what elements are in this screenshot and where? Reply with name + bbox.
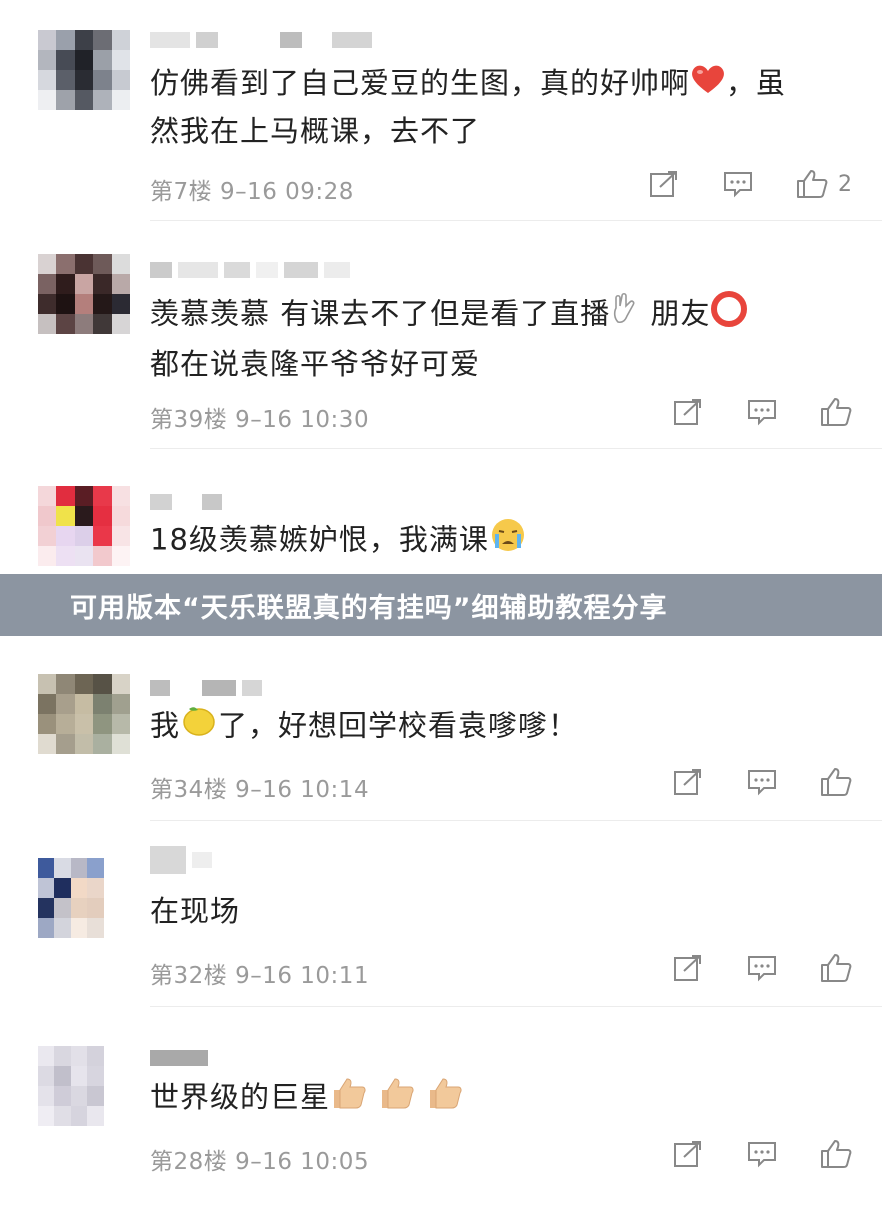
comment-item: 我了，好想回学校看袁嗲嗲！ 第34楼 9–16 10:14 xyxy=(0,636,882,822)
comment-item: 羡慕羡慕 有课去不了但是看了直播 朋友 都在说袁隆平爷爷好可爱 第39楼 9–16… xyxy=(0,222,882,450)
username[interactable] xyxy=(150,30,372,50)
avatar[interactable] xyxy=(38,674,130,754)
comment-item: 18级羡慕嫉妒恨，我满课 xyxy=(0,450,882,574)
username[interactable] xyxy=(150,678,262,698)
comment-item: 仿佛看到了自己爱豆的生图，真的好帅啊 ，虽 然我在上马概课，去不了 第7楼 9–16… xyxy=(0,0,882,222)
comment-icon[interactable] xyxy=(746,766,778,798)
title-banner: 可用版本“天乐联盟真的有挂吗”细辅助教程分享 xyxy=(0,574,882,636)
comment-meta: 第7楼 9–16 09:28 xyxy=(150,179,354,205)
thumbs-up-icon[interactable] xyxy=(796,168,828,200)
thumbs-up-icon[interactable] xyxy=(820,1138,852,1170)
comment-meta: 第34楼 9–16 10:14 xyxy=(150,777,370,803)
like-count: 2 xyxy=(838,171,852,197)
comment-icon[interactable] xyxy=(746,396,778,428)
thumbs-up-icon[interactable] xyxy=(820,396,852,428)
comment-text: 18级羡慕嫉妒恨，我满课 xyxy=(150,516,850,567)
banner-title: 可用版本“天乐联盟真的有挂吗”细辅助教程分享 xyxy=(70,592,668,624)
share-icon[interactable] xyxy=(672,766,704,798)
avatar[interactable] xyxy=(38,1046,120,1126)
divider xyxy=(150,448,882,449)
share-icon[interactable] xyxy=(672,952,704,984)
comment-text: 世界级的巨星 xyxy=(150,1074,850,1123)
share-icon[interactable] xyxy=(672,396,704,428)
comment-meta: 第39楼 9–16 10:30 xyxy=(150,407,370,433)
comment-icon[interactable] xyxy=(746,952,778,984)
username[interactable] xyxy=(150,492,222,512)
comment-meta: 第28楼 9–16 10:05 xyxy=(150,1149,370,1175)
divider xyxy=(150,1006,882,1007)
comment-icon[interactable] xyxy=(746,1138,778,1170)
username[interactable] xyxy=(150,1048,208,1068)
avatar[interactable] xyxy=(38,486,130,566)
heart-emoji-icon xyxy=(690,62,726,108)
comment-text: 羡慕羡慕 有课去不了但是看了直播 朋友 都在说袁隆平爷爷好可爱 xyxy=(150,290,850,387)
comment-meta: 第32楼 9–16 10:11 xyxy=(150,963,370,989)
comment-text: 在现场 xyxy=(150,894,241,928)
thumbs-up-emoji-icon xyxy=(426,1076,464,1123)
share-icon[interactable] xyxy=(648,168,680,200)
comment-item: 世界级的巨星 第28楼 9–16 10:05 xyxy=(0,1008,882,1210)
hand-emoji-icon xyxy=(610,292,640,339)
username[interactable] xyxy=(150,260,350,280)
thumbs-up-emoji-icon xyxy=(378,1076,416,1123)
comment-text: 仿佛看到了自己爱豆的生图，真的好帅啊 ，虽 然我在上马概课，去不了 xyxy=(150,60,850,154)
comment-text: 我了，好想回学校看袁嗲嗲！ xyxy=(150,702,850,753)
red-circle-emoji-icon xyxy=(710,290,748,341)
divider xyxy=(150,820,882,821)
lemon-emoji-icon xyxy=(180,702,218,753)
thumbs-up-icon[interactable] xyxy=(820,952,852,984)
share-icon[interactable] xyxy=(672,1138,704,1170)
comment-icon[interactable] xyxy=(722,168,754,200)
username[interactable] xyxy=(150,846,212,874)
thumbs-up-emoji-icon xyxy=(330,1076,368,1123)
divider xyxy=(150,220,882,221)
avatar[interactable] xyxy=(38,30,130,110)
comment-item: 在现场 第32楼 9–16 10:11 xyxy=(0,822,882,1008)
crying-face-emoji-icon xyxy=(489,516,527,567)
thumbs-up-icon[interactable] xyxy=(820,766,852,798)
avatar[interactable] xyxy=(38,254,130,334)
avatar[interactable] xyxy=(38,858,120,938)
